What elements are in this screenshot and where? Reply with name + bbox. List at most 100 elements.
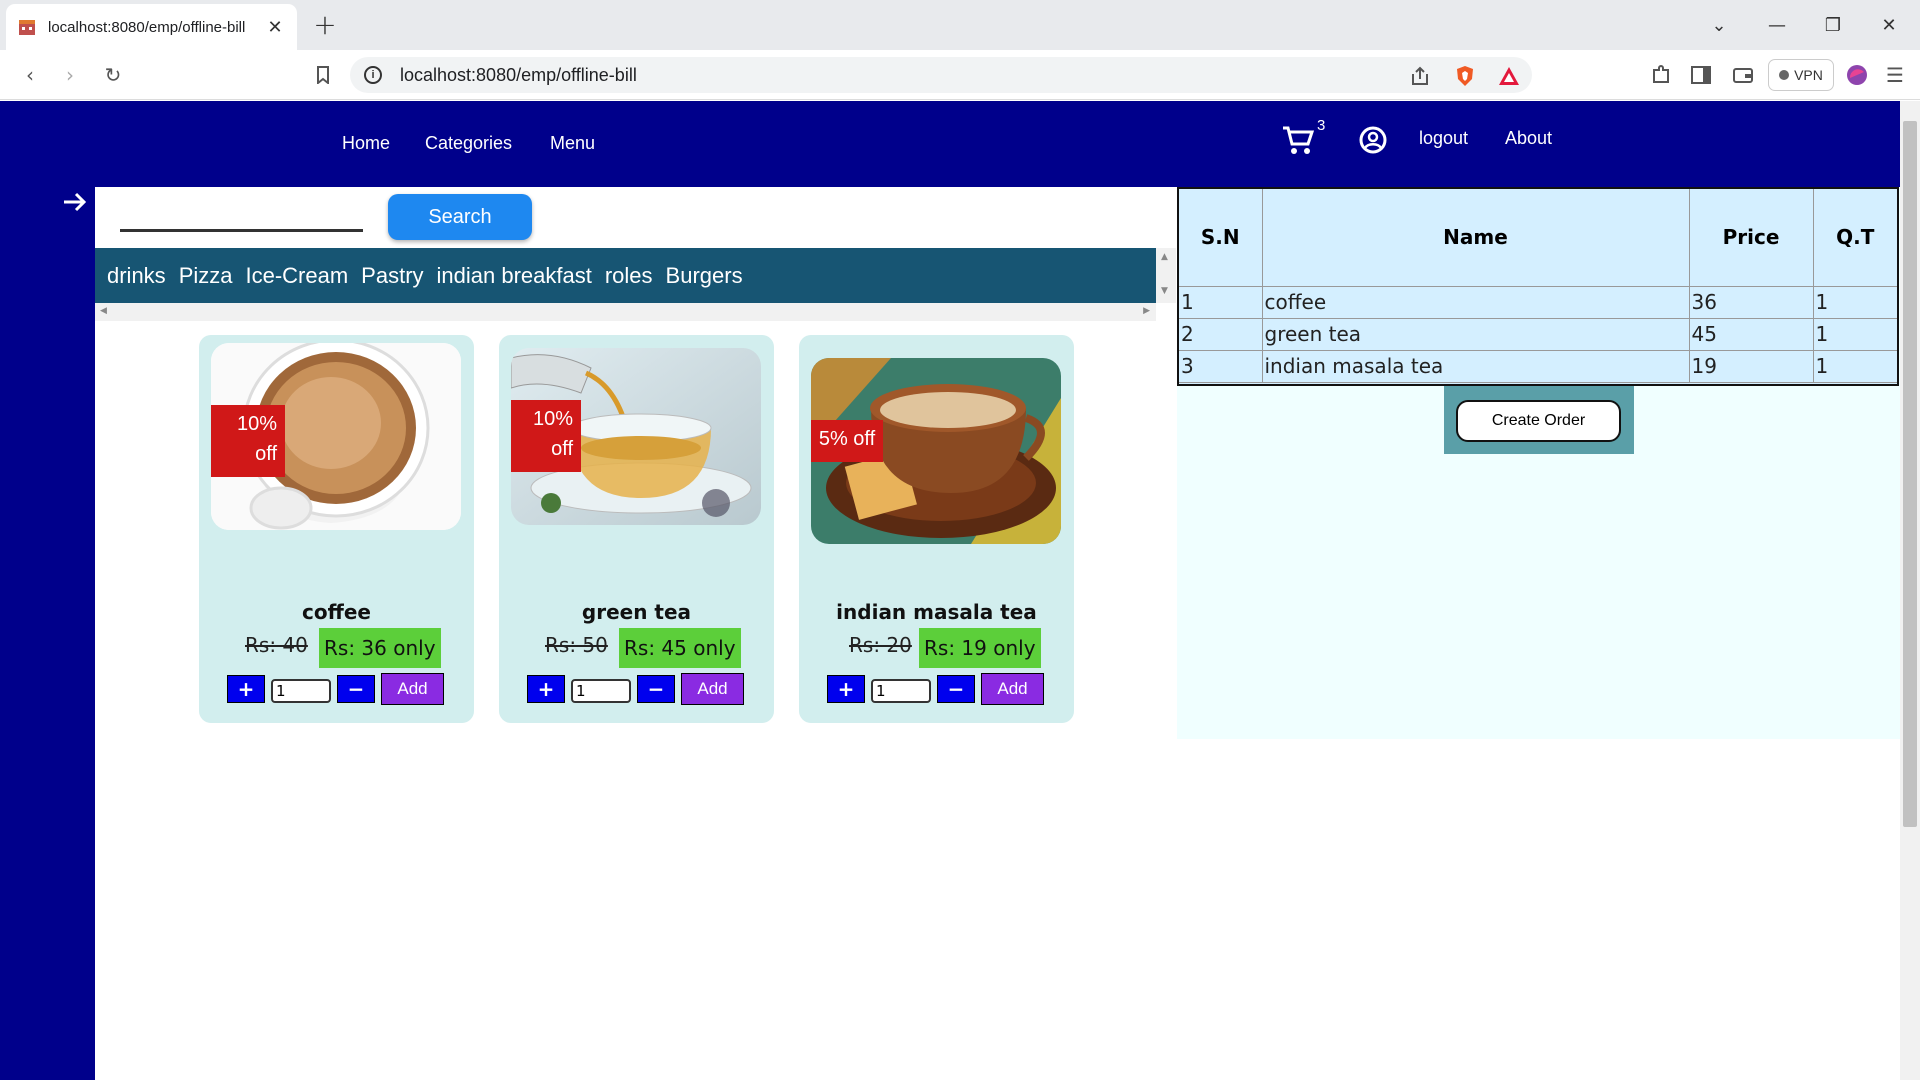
vpn-label: VPN	[1794, 67, 1823, 83]
quantity-input[interactable]: 1	[271, 679, 331, 703]
add-button[interactable]: Add	[681, 673, 744, 705]
scroll-left-icon[interactable]: ◀	[100, 306, 107, 316]
minimize-icon[interactable]: —	[1752, 0, 1802, 50]
extensions-icon[interactable]	[1646, 60, 1676, 90]
brave-rewards-icon[interactable]	[1494, 61, 1524, 91]
increase-qty-button[interactable]: +	[227, 675, 265, 703]
cell-price: 19	[1689, 350, 1814, 383]
main-content: Search drinks Pizza Ice-Cream Pastry ind…	[95, 187, 1177, 1080]
page-scrollbar-thumb[interactable]	[1903, 121, 1917, 827]
col-header-price: Price	[1689, 189, 1814, 287]
original-price: Rs: 20	[849, 633, 912, 657]
cell-sn: 1	[1179, 286, 1263, 319]
decrease-qty-button[interactable]: −	[337, 675, 375, 703]
vpn-status-icon	[1779, 70, 1790, 80]
product-card: 10% off green tea Rs: 50 Rs: 45 only + 1…	[499, 335, 774, 723]
tab-list-chevron-icon[interactable]: ⌄	[1694, 0, 1744, 50]
cart-icon[interactable]	[1280, 123, 1316, 159]
bill-row: 1 coffee 36 1	[1179, 286, 1897, 319]
col-header-name: Name	[1262, 189, 1690, 287]
url-text: localhost:8080/emp/offline-bill	[400, 64, 637, 85]
col-header-sn: S.N	[1179, 189, 1263, 287]
category-vertical-scrollbar[interactable]: ▲ ▼	[1156, 248, 1176, 303]
bill-table: S.N Name Price Q.T 1 coffee 36 1 2 green…	[1177, 187, 1899, 386]
brave-shield-icon[interactable]	[1450, 61, 1480, 91]
scroll-down-icon[interactable]: ▼	[1161, 286, 1168, 296]
cell-name: coffee	[1262, 286, 1690, 319]
discounted-price: Rs: 45 only	[619, 628, 741, 668]
discount-badge: 10% off	[511, 400, 581, 472]
page-scrollbar[interactable]	[1900, 101, 1920, 1080]
vpn-button[interactable]: VPN	[1768, 59, 1834, 91]
add-button[interactable]: Add	[381, 673, 444, 705]
category-horizontal-scrollbar[interactable]: ◀ ▶	[95, 303, 1156, 321]
search-input[interactable]	[120, 229, 363, 232]
close-window-icon[interactable]: ✕	[1864, 0, 1914, 50]
new-tab-icon[interactable]: +	[310, 8, 340, 42]
nav-link-home[interactable]: Home	[342, 133, 390, 154]
category-roles[interactable]: roles	[605, 263, 653, 289]
cell-name: indian masala tea	[1262, 350, 1690, 383]
bill-header-row: S.N Name Price Q.T	[1179, 189, 1897, 287]
cart-count-badge: 3	[1317, 117, 1326, 134]
product-card: 10% off coffee Rs: 40 Rs: 36 only + 1 − …	[199, 335, 474, 723]
increase-qty-button[interactable]: +	[827, 675, 865, 703]
bill-row: 2 green tea 45 1	[1179, 318, 1897, 351]
category-pastry[interactable]: Pastry	[361, 263, 423, 289]
browser-tab[interactable]: localhost:8080/emp/offline-bill ✕	[6, 4, 297, 50]
scroll-up-icon[interactable]: ▲	[1161, 252, 1168, 262]
increase-qty-button[interactable]: +	[527, 675, 565, 703]
restore-icon[interactable]: ❐	[1808, 0, 1858, 50]
category-ice-cream[interactable]: Ice-Cream	[245, 263, 348, 289]
nav-link-menu[interactable]: Menu	[550, 133, 595, 154]
logout-link[interactable]: logout	[1419, 128, 1468, 149]
cell-name: green tea	[1262, 318, 1690, 351]
discounted-price: Rs: 36 only	[319, 628, 441, 668]
share-icon[interactable]	[1405, 61, 1435, 91]
nav-link-categories[interactable]: Categories	[425, 133, 512, 154]
browser-tab-bar: localhost:8080/emp/offline-bill ✕ + ⌄ — …	[0, 0, 1920, 50]
bill-panel: S.N Name Price Q.T 1 coffee 36 1 2 green…	[1177, 187, 1900, 739]
about-link[interactable]: About	[1505, 128, 1552, 149]
cell-qty: 1	[1813, 286, 1897, 319]
product-card: 5% off indian masala tea Rs: 20 Rs: 19 o…	[799, 335, 1074, 723]
original-price: Rs: 50	[545, 633, 608, 657]
decrease-qty-button[interactable]: −	[637, 675, 675, 703]
create-order-button[interactable]: Create Order	[1456, 400, 1621, 442]
scroll-right-icon[interactable]: ▶	[1143, 306, 1150, 316]
discount-badge: 5% off	[811, 420, 883, 462]
discounted-price: Rs: 19 only	[919, 628, 1041, 668]
category-indian-breakfast[interactable]: indian breakfast	[437, 263, 592, 289]
address-bar[interactable]: i localhost:8080/emp/offline-bill	[350, 57, 1532, 93]
tab-close-icon[interactable]: ✕	[265, 17, 285, 38]
bill-row: 3 indian masala tea 19 1	[1179, 350, 1897, 383]
side-panel	[0, 101, 95, 1080]
quantity-input[interactable]: 1	[871, 679, 931, 703]
category-burgers[interactable]: Burgers	[666, 263, 743, 289]
category-drinks[interactable]: drinks	[107, 263, 166, 289]
cell-sn: 2	[1179, 318, 1263, 351]
product-name: indian masala tea	[836, 600, 1037, 624]
category-bar: drinks Pizza Ice-Cream Pastry indian bre…	[95, 248, 1156, 303]
sidebar-toggle-icon[interactable]	[1686, 60, 1716, 90]
top-navigation: Home Categories Menu 3 logout About	[0, 101, 1900, 187]
add-button[interactable]: Add	[981, 673, 1044, 705]
reload-icon[interactable]: ↻	[98, 60, 128, 90]
original-price: Rs: 40	[245, 633, 308, 657]
site-info-icon[interactable]: i	[364, 66, 382, 84]
browser-menu-icon[interactable]: ☰	[1880, 60, 1910, 90]
decrease-qty-button[interactable]: −	[937, 675, 975, 703]
user-account-icon[interactable]	[1358, 125, 1388, 155]
tab-title: localhost:8080/emp/offline-bill	[48, 18, 246, 36]
site-favicon-icon	[18, 18, 36, 36]
expand-sidebar-arrow-icon[interactable]	[62, 189, 92, 219]
category-pizza[interactable]: Pizza	[179, 263, 233, 289]
bookmark-icon[interactable]	[308, 60, 338, 90]
back-icon[interactable]: ‹	[15, 60, 45, 90]
search-button[interactable]: Search	[388, 194, 532, 240]
quantity-input[interactable]: 1	[571, 679, 631, 703]
profile-icon[interactable]	[1842, 60, 1872, 90]
web-page: Home Categories Menu 3 logout About Sear…	[0, 101, 1900, 1080]
wallet-icon[interactable]	[1728, 60, 1758, 90]
forward-icon[interactable]: ›	[55, 60, 85, 90]
